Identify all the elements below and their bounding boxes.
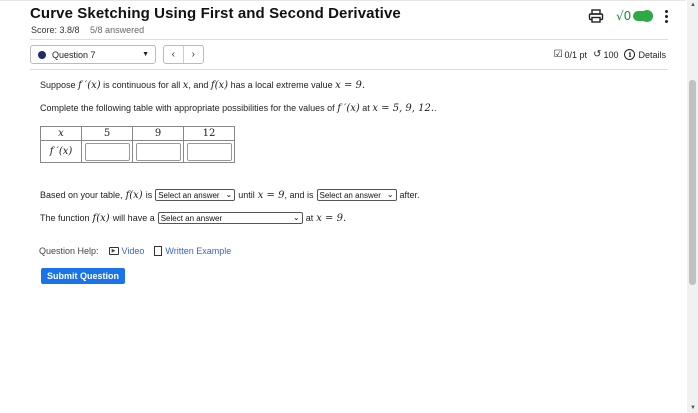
text: will have a (112, 213, 155, 223)
math-fx: f(x) (92, 212, 110, 224)
details-text: Details (638, 49, 666, 60)
sentence-increasing-decreasing: Based on your table, f(x) is Select an a… (40, 189, 420, 201)
video-icon: ▶ (108, 247, 119, 255)
written-example-link[interactable]: Written Example (154, 246, 231, 256)
text: has a local extreme value (230, 80, 333, 90)
retry-icon: ↺ (593, 49, 602, 60)
select-value: Select an answer (319, 190, 381, 200)
math-fx: f(x) (210, 80, 229, 91)
attempts-text: 100 (603, 49, 619, 60)
help-label: Question Help: (39, 246, 99, 256)
video-link[interactable]: ▶ Video (108, 246, 145, 256)
points-group: ☑ 0/1 pt (554, 49, 588, 60)
chevron-down-icon: ⌄ (293, 213, 300, 222)
math-eq: x = 9 (257, 189, 285, 201)
question-help: Question Help: ▶ Video Written Example (39, 246, 231, 256)
video-link-label: Video (121, 246, 145, 256)
question-nav: ‹ › (163, 45, 204, 64)
question-status-dot (38, 50, 46, 59)
text: , and (188, 80, 209, 90)
table-cell (81, 140, 133, 163)
sqrt-icon[interactable]: √0 (616, 9, 631, 23)
question-select-label: Question 7 (52, 49, 96, 60)
page-title: Curve Sketching Using First and Second D… (30, 5, 401, 22)
table-header-row: x 5 9 12 (40, 126, 235, 141)
points-text: 0/1 pt (564, 49, 588, 60)
table-header-cell: x (40, 126, 82, 141)
text: The function (40, 213, 90, 223)
table-instruction: Complete the following table with approp… (40, 103, 437, 114)
kebab-menu-icon[interactable] (665, 9, 669, 23)
answer-input-5[interactable] (84, 142, 130, 161)
question-info: ☑ 0/1 pt ↺ 100 i Details (554, 49, 666, 60)
text: . (434, 103, 437, 113)
written-example-label: Written Example (165, 246, 232, 256)
header-divider (30, 39, 668, 40)
table-row: f ′(x) (40, 140, 235, 163)
scroll-up-arrow[interactable]: ▲ (690, 2, 696, 8)
text: after. (399, 190, 420, 200)
math-toggle-switch[interactable] (633, 10, 654, 22)
answer-input-12[interactable] (186, 142, 232, 161)
top-border (0, 0, 686, 3)
text: is continuous for all (103, 80, 181, 90)
document-icon (154, 246, 163, 256)
math-eq: x = 9. (335, 80, 366, 91)
scrollbar[interactable]: ▲ ▼ (687, 0, 698, 413)
text: Based on your table, (40, 190, 123, 200)
caret-down-icon: ▼ (142, 51, 149, 58)
answer-input-9[interactable] (135, 142, 181, 161)
scroll-thumb[interactable] (689, 80, 696, 285)
next-question-button[interactable]: › (184, 46, 204, 63)
math-fprime: f ′(x) (337, 103, 360, 114)
answer-select-before[interactable]: Select an answer ⌄ (155, 189, 236, 201)
answer-select-extreme[interactable]: Select an answer ⌄ (157, 212, 303, 224)
math-fx: f(x) (125, 189, 143, 201)
problem-statement: Suppose f ′(x) is continuous for all x, … (40, 80, 365, 91)
table-cell (132, 140, 184, 163)
checkbox-icon: ☑ (553, 49, 563, 60)
math-eq: x = 5, 9, 12. (372, 103, 435, 114)
attempts-group: ↺ 100 (593, 49, 618, 60)
text: , and is (284, 190, 314, 200)
text: Complete the following table with approp… (40, 103, 335, 113)
text: is (145, 190, 153, 200)
answer-select-after[interactable]: Select an answer ⌄ (316, 189, 397, 201)
chevron-down-icon: ⌄ (386, 190, 394, 199)
score-line: Score: 3.8/8 5/8 answered (31, 25, 144, 35)
info-icon: i (624, 49, 636, 60)
text: at (362, 103, 370, 113)
text: at (305, 213, 314, 223)
prev-question-button[interactable]: ‹ (164, 46, 184, 63)
table-header-cell: 12 (183, 126, 235, 141)
header-tools: √0 (588, 9, 669, 23)
nav-divider (30, 69, 668, 70)
printer-icon[interactable] (588, 9, 604, 23)
math-eq: x = 9. (316, 212, 347, 224)
submit-question-button[interactable]: Submit Question (41, 268, 125, 284)
details-link[interactable]: i Details (624, 49, 666, 60)
derivative-table: x 5 9 12 f ′(x) (40, 126, 235, 163)
math-fprime: f ′(x) (78, 80, 101, 91)
select-value: Select an answer (158, 190, 220, 200)
question-select[interactable]: Question 7 ▼ (30, 45, 156, 64)
table-cell (183, 140, 235, 163)
chevron-down-icon: ⌄ (225, 190, 233, 199)
row-label: f ′(x) (40, 140, 82, 163)
text: until (238, 190, 255, 200)
select-value: Select an answer (160, 213, 223, 223)
table-header-cell: 5 (81, 126, 133, 141)
table-header-cell: 9 (132, 126, 184, 141)
sentence-extreme-type: The function f(x) will have a Select an … (40, 212, 346, 224)
answered-count: 5/8 answered (90, 25, 145, 35)
text: Suppose (40, 80, 76, 90)
scroll-down-arrow[interactable]: ▼ (690, 405, 696, 411)
score-text: Score: 3.8/8 (31, 25, 80, 35)
